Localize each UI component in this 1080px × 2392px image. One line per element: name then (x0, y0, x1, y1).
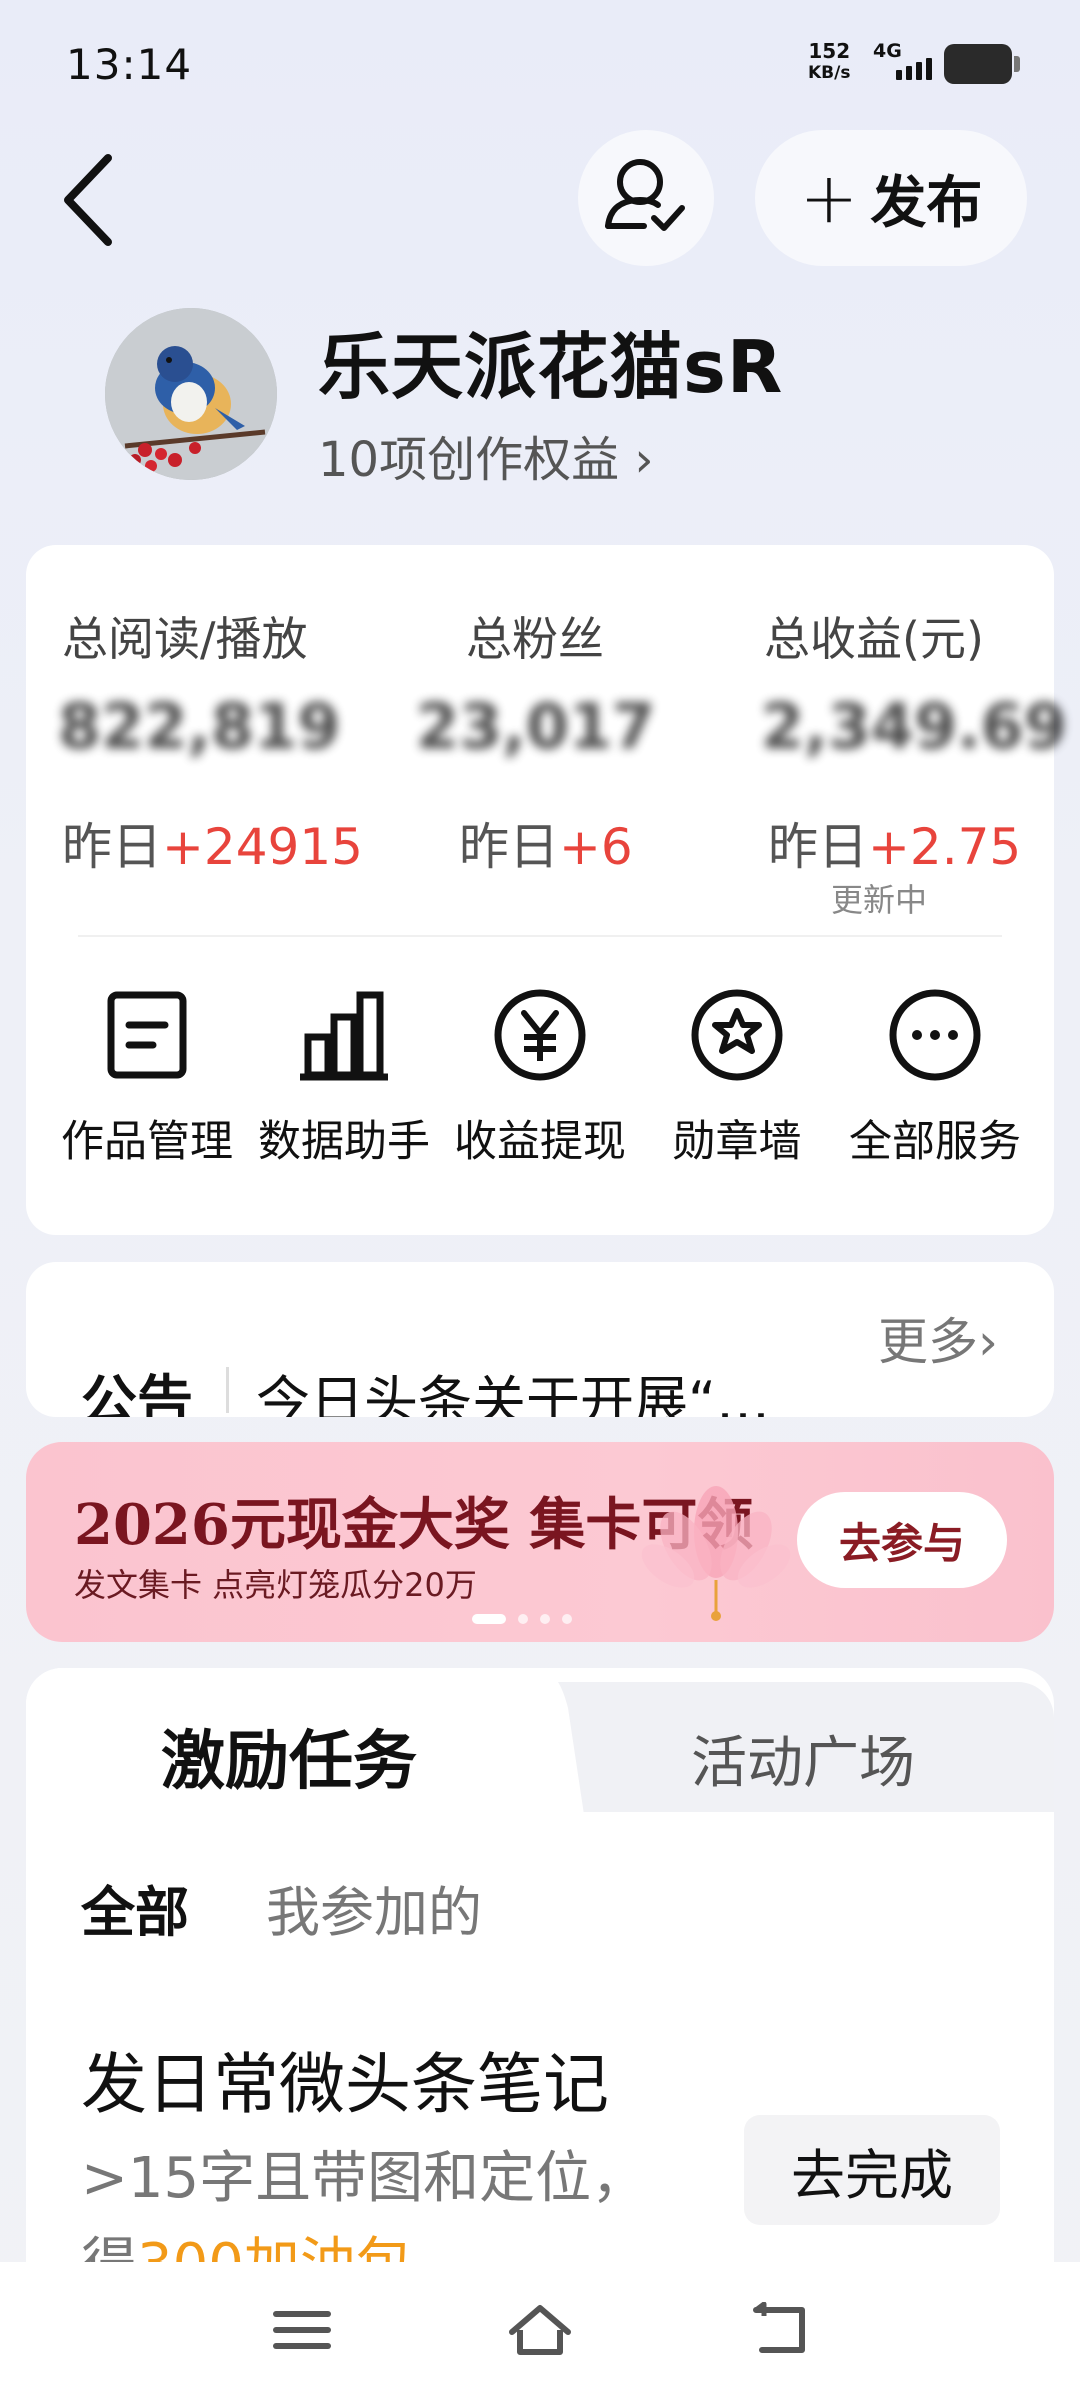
yesterday-prefix: 昨日 (768, 818, 868, 876)
announcement-text[interactable]: 今日头条关于开展“… (256, 1357, 770, 1417)
divider (78, 935, 1002, 937)
task-title: 发日常微头条笔记 (81, 2046, 609, 2123)
tool-label: 数据助手 (258, 1117, 430, 1167)
divider (226, 1367, 229, 1413)
lotus-lantern-icon (641, 1486, 791, 1621)
yesterday-fans-delta: +6 (559, 818, 633, 876)
follow-manage-button[interactable] (578, 130, 714, 266)
promo-banner[interactable]: 2026元现金大奖 集卡可领 发文集卡 点亮灯笼瓜分20万 去参与 (26, 1442, 1054, 1642)
home-icon[interactable] (508, 2302, 572, 2358)
tasks-card: 激励任务 活动广场 全部 我参加的 发日常微头条笔记 >15字且带图和定位， 得… (26, 1668, 1054, 2288)
updating-note: 更新中 (831, 881, 928, 919)
creator-rights-link[interactable]: 10项创作权益 › (318, 420, 654, 490)
tool-label: 全部服务 (849, 1117, 1021, 1167)
yesterday-prefix: 昨日 (459, 818, 559, 876)
yesterday-reads: 昨日+24915 (62, 807, 363, 879)
stat-label-reads: 总阅读/播放 (62, 612, 308, 666)
more-link[interactable]: 更多› (878, 1302, 998, 1374)
plus-icon: + (799, 157, 859, 239)
status-bar: 13:14 152 KB/s 4G (0, 0, 1080, 130)
yesterday-income-delta: +2.75 (868, 818, 1022, 876)
tab-incentive-tasks[interactable]: 激励任务 (161, 1710, 417, 1802)
more-icon (889, 989, 981, 1081)
stat-value-income[interactable]: 2,349.69 (761, 690, 1067, 763)
carousel-indicator (472, 1614, 572, 1624)
tool-label: 收益提现 (454, 1117, 626, 1167)
battery-icon (944, 44, 1020, 84)
carousel-dot-active (472, 1614, 506, 1624)
yesterday-prefix: 昨日 (62, 818, 162, 876)
network-speed: 152 KB/s (808, 40, 850, 84)
network-speed-unit: KB/s (808, 63, 851, 83)
back-arrow-icon (64, 154, 112, 246)
announcement-card[interactable]: 更多› 公告 今日头条关于开展“… (26, 1262, 1054, 1417)
yuan-icon (494, 989, 586, 1081)
avatar[interactable] (105, 308, 277, 480)
tab-activity-square[interactable]: 活动广场 (691, 1718, 915, 1799)
user-check-icon (605, 159, 685, 231)
tool-all-services[interactable]: 全部服务 (835, 985, 1035, 1169)
tool-label: 作品管理 (61, 1117, 233, 1167)
tool-data-assistant[interactable]: 数据助手 (244, 985, 444, 1169)
tool-works-manage[interactable]: 作品管理 (47, 985, 247, 1169)
carousel-dot (562, 1614, 572, 1624)
clock: 13:14 (66, 40, 193, 89)
yesterday-reads-delta: +24915 (162, 818, 363, 876)
banner-subtitle: 发文集卡 点亮灯笼瓜分20万 (74, 1566, 477, 1604)
carousel-dot (540, 1614, 550, 1624)
signal-icon (896, 58, 932, 80)
back-button[interactable] (56, 150, 126, 250)
bar-chart-icon (300, 991, 388, 1081)
complete-task-button[interactable]: 去完成 (744, 2115, 1000, 2225)
stat-value-reads[interactable]: 822,819 (58, 690, 340, 763)
network-speed-value: 152 (808, 39, 851, 63)
username: 乐天派花猫sR (318, 325, 784, 409)
filter-all[interactable]: 全部 (81, 1868, 189, 1947)
carousel-dot (518, 1614, 528, 1624)
publish-label: 发布 (870, 170, 983, 236)
stat-label-fans: 总粉丝 (466, 612, 604, 666)
menu-icon[interactable] (270, 2302, 334, 2358)
tool-label: 勋章墙 (672, 1117, 802, 1167)
bird-avatar-image (105, 308, 277, 480)
stat-label-income: 总收益(元) (764, 612, 984, 666)
filter-joined[interactable]: 我参加的 (266, 1868, 482, 1947)
task-requirement: >15字且带图和定位， (81, 2146, 648, 2211)
document-icon (107, 991, 187, 1079)
join-button[interactable]: 去参与 (797, 1492, 1007, 1588)
system-nav-bar (0, 2262, 1080, 2392)
stats-card: 总阅读/播放 总粉丝 总收益(元) 822,819 23,017 2,349.6… (26, 545, 1067, 1235)
back-nav-icon[interactable] (748, 2302, 812, 2358)
tool-withdraw[interactable]: 收益提现 (440, 985, 640, 1169)
yesterday-fans: 昨日+6 (459, 807, 633, 879)
announcement-tag: 公告 (81, 1370, 193, 1417)
tool-medal-wall[interactable]: 勋章墙 (637, 985, 837, 1169)
publish-button[interactable]: + 发布 (755, 130, 1027, 266)
medal-icon (691, 989, 783, 1081)
stat-value-fans[interactable]: 23,017 (416, 690, 655, 763)
yesterday-income: 昨日+2.75 (768, 807, 1021, 879)
